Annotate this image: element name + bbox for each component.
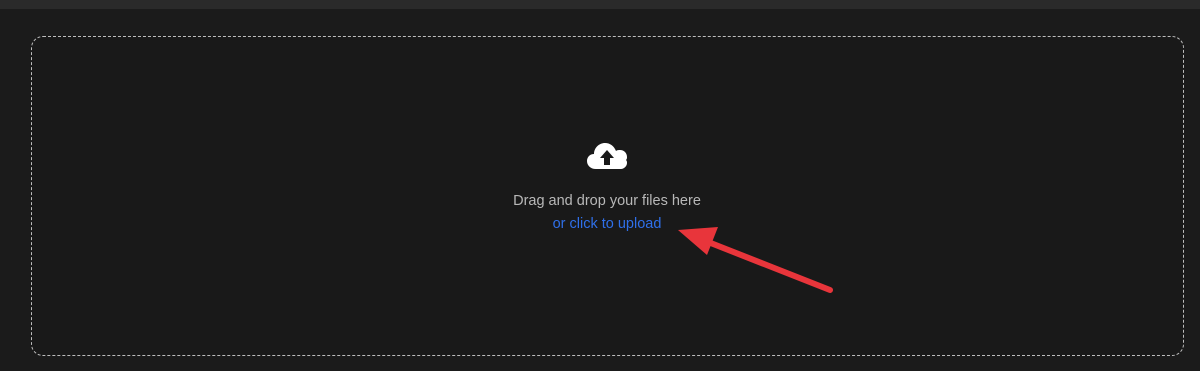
cloud-upload-icon bbox=[587, 143, 627, 169]
click-to-upload-link[interactable]: or click to upload bbox=[553, 216, 662, 232]
top-strip bbox=[0, 0, 1200, 9]
red-arrow-icon bbox=[678, 227, 833, 293]
drop-instructions: Drag and drop your files here bbox=[513, 193, 701, 209]
